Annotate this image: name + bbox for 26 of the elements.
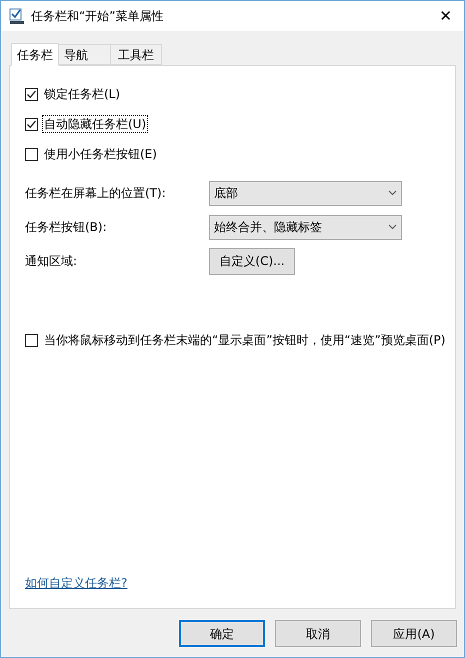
tab[interactable]: 导航 — [58, 44, 111, 65]
customize-button[interactable]: 自定义(C)... — [209, 248, 295, 274]
taskbar-properties-icon — [9, 8, 25, 24]
checkbox[interactable] — [25, 88, 38, 100]
dialog-button[interactable]: 确定 — [179, 620, 265, 647]
setting-label: 任务栏按钮(B): — [25, 219, 108, 236]
checkbox-label: 使用小任务栏按钮(E) — [43, 146, 158, 162]
checkbox-label: 锁定任务栏(L) — [43, 86, 122, 102]
dialog-button[interactable]: 应用(A) — [371, 620, 457, 647]
dialog-button[interactable]: 取消 — [275, 620, 361, 647]
window-title: 任务栏和“开始”菜单属性 — [31, 8, 164, 25]
checkbox[interactable] — [25, 148, 38, 160]
chevron-down-icon — [388, 224, 397, 230]
tab[interactable]: 任务栏 — [11, 43, 59, 66]
setting-label: 任务栏在屏幕上的位置(T): — [25, 185, 167, 202]
dropdown[interactable]: 始终合并、隐藏标签 — [209, 214, 402, 240]
dropdown[interactable]: 底部 — [209, 180, 402, 206]
setting-label: 通知区域: — [25, 253, 78, 270]
tab[interactable]: 工具栏 — [110, 44, 162, 65]
help-link[interactable]: 如何自定义任务栏? — [25, 576, 128, 590]
checkbox[interactable] — [25, 334, 38, 346]
checkbox[interactable] — [25, 118, 38, 130]
checkbox-label: 当你将鼠标移动到任务栏末端的“显示桌面”按钮时，使用“速览”预览桌面(P) — [43, 332, 446, 348]
chevron-down-icon — [388, 190, 397, 196]
checkbox-label: 自动隐藏任务栏(U) — [43, 116, 148, 132]
close-button[interactable]: ✕ — [439, 8, 452, 24]
